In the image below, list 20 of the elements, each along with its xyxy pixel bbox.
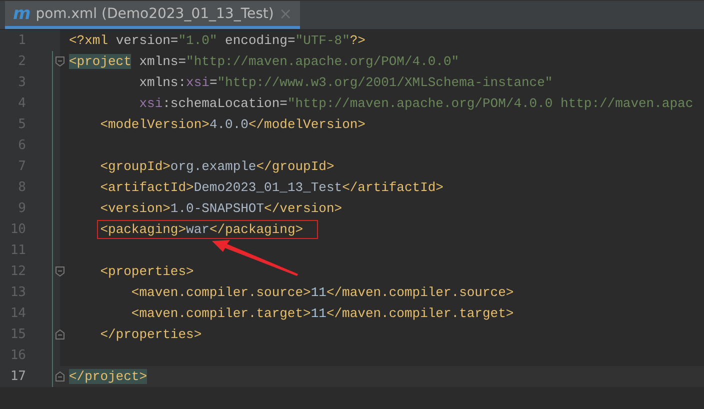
code-line: xsi:schemaLocation="http://maven.apache.org/POM/4.0.0 http://maven.apac bbox=[138, 95, 694, 113]
code-line: <artifactId>Demo2023_01_13_Test</artifactId> bbox=[99, 179, 444, 197]
code-line: <?xml version="1.0" encoding="UTF-8"?> bbox=[69, 32, 366, 50]
fold-icon[interactable] bbox=[55, 329, 65, 340]
code-line: <modelVersion>4.0.0</modelVersion> bbox=[99, 116, 366, 134]
code-line: <maven.compiler.target>11</maven.compiler.target> bbox=[130, 305, 514, 323]
fold-icon[interactable] bbox=[55, 56, 65, 67]
line-number: 17 bbox=[9, 369, 26, 384]
fold-icon[interactable] bbox=[55, 266, 65, 277]
fold-icon[interactable] bbox=[55, 371, 65, 382]
maven-file-icon: m bbox=[13, 4, 31, 24]
code-line: <project xmlns="http://maven.apache.org/POM/4.0.0" bbox=[69, 53, 460, 71]
code-line: <groupId>org.example</groupId> bbox=[99, 158, 334, 176]
code-line: <properties> bbox=[99, 263, 194, 281]
code-line: <version>1.0-SNAPSHOT</version> bbox=[99, 200, 342, 218]
code-line: </properties> bbox=[99, 326, 202, 344]
code-line: xmlns:xsi="http://www.w3.org/2001/XMLSchema-instance" bbox=[138, 74, 553, 92]
code-line: <maven.compiler.source>11</maven.compiler.source> bbox=[130, 284, 514, 302]
file-tab[interactable]: m pom.xml (Demo2023_01_13_Test) × bbox=[5, 1, 300, 29]
tab-title: pom.xml (Demo2023_01_13_Test) bbox=[36, 6, 274, 22]
